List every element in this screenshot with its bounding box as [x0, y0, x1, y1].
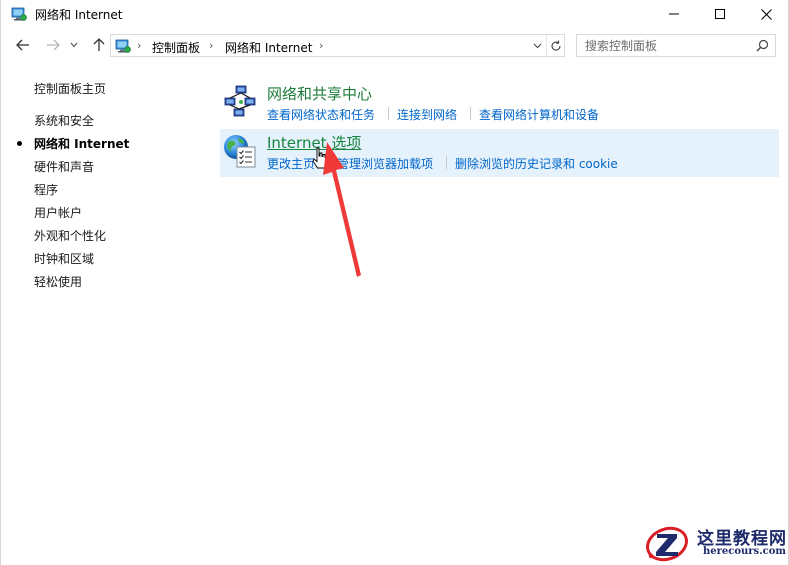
- link-separator: [470, 107, 471, 120]
- link-separator: [388, 107, 389, 120]
- search-icon[interactable]: [756, 39, 769, 52]
- minimize-icon: [669, 13, 679, 15]
- address-bar[interactable]: › 控制面板 › 网络和 Internet ›: [110, 34, 565, 57]
- arrow-up-icon: [93, 38, 105, 51]
- forward-button[interactable]: [43, 35, 63, 55]
- close-icon: [760, 8, 772, 20]
- sidebar-item-user-accounts[interactable]: 用户帐户: [34, 204, 82, 221]
- network-sharing-icon[interactable]: [222, 84, 258, 120]
- change-homepage-link[interactable]: 更改主页: [267, 155, 315, 172]
- refresh-button[interactable]: [546, 35, 565, 56]
- internet-options-icon[interactable]: [222, 133, 258, 169]
- site-watermark: 这里教程网 herecours.com: [641, 520, 788, 565]
- watermark-logo-icon: [646, 526, 688, 562]
- control-panel-icon: [11, 7, 27, 21]
- back-button[interactable]: [13, 35, 33, 55]
- active-item-bullet-icon: [17, 141, 22, 146]
- search-input[interactable]: [577, 35, 755, 56]
- navigation-bar: › 控制面板 › 网络和 Internet ›: [1, 31, 788, 61]
- control-panel-location-icon: [115, 39, 131, 53]
- maximize-icon: [715, 9, 725, 19]
- delete-browsing-history-link[interactable]: 删除浏览的历史记录和 cookie: [455, 155, 618, 172]
- refresh-icon: [551, 40, 561, 51]
- view-network-computers-link[interactable]: 查看网络计算机和设备: [479, 106, 599, 123]
- link-separator: [328, 156, 329, 169]
- sidebar-item-system-security[interactable]: 系统和安全: [34, 112, 94, 129]
- title-bar: 网络和 Internet: [1, 0, 788, 28]
- view-network-status-link[interactable]: 查看网络状态和任务: [267, 106, 375, 123]
- connect-to-network-link[interactable]: 连接到网络: [397, 106, 457, 123]
- sidebar-item-clock-region[interactable]: 时钟和区域: [34, 250, 94, 267]
- sidebar-item-network-internet[interactable]: 网络和 Internet: [34, 135, 129, 152]
- breadcrumb-separator-icon[interactable]: ›: [319, 39, 323, 52]
- arrow-left-icon: [16, 39, 29, 51]
- breadcrumb-network-internet[interactable]: 网络和 Internet: [225, 39, 312, 56]
- minimize-button[interactable]: [651, 0, 697, 28]
- network-sharing-center-link[interactable]: 网络和共享中心: [267, 83, 372, 104]
- breadcrumb-separator-icon[interactable]: ›: [137, 39, 141, 52]
- address-history-button[interactable]: [529, 35, 545, 56]
- search-box[interactable]: [576, 34, 776, 57]
- sidebar-item-appearance[interactable]: 外观和个性化: [34, 227, 106, 244]
- recent-locations-button[interactable]: [67, 35, 81, 55]
- close-button[interactable]: [743, 0, 788, 28]
- breadcrumb-control-panel[interactable]: 控制面板: [152, 39, 200, 56]
- sidebar-item-ease-of-access[interactable]: 轻松使用: [34, 273, 82, 290]
- arrow-right-icon: [47, 39, 60, 51]
- manage-addons-link[interactable]: 管理浏览器加载项: [337, 155, 433, 172]
- sidebar-item-programs[interactable]: 程序: [34, 181, 58, 198]
- sidebar-item-control-panel-home[interactable]: 控制面板主页: [34, 80, 106, 97]
- category-network-sharing-center: 网络和共享中心 查看网络状态和任务 连接到网络 查看网络计算机和设备: [220, 80, 779, 128]
- hand-cursor-icon: [312, 147, 328, 169]
- category-internet-options[interactable]: Internet 选项 更改主页 管理浏览器加载项 删除浏览的历史记录和 coo…: [220, 129, 779, 177]
- sidebar-item-hardware-sound[interactable]: 硬件和声音: [34, 158, 94, 175]
- window-title: 网络和 Internet: [35, 8, 123, 22]
- link-separator: [446, 156, 447, 169]
- watermark-url: herecours.com: [703, 546, 787, 557]
- chevron-down-icon: [70, 42, 78, 48]
- breadcrumb-separator-icon[interactable]: ›: [209, 39, 213, 52]
- control-panel-window: 网络和 Internet › 控制面板 › 网络和 Internet › 搜索控…: [0, 0, 789, 565]
- up-button[interactable]: [89, 35, 109, 55]
- maximize-button[interactable]: [697, 0, 743, 28]
- chevron-down-icon: [533, 43, 541, 48]
